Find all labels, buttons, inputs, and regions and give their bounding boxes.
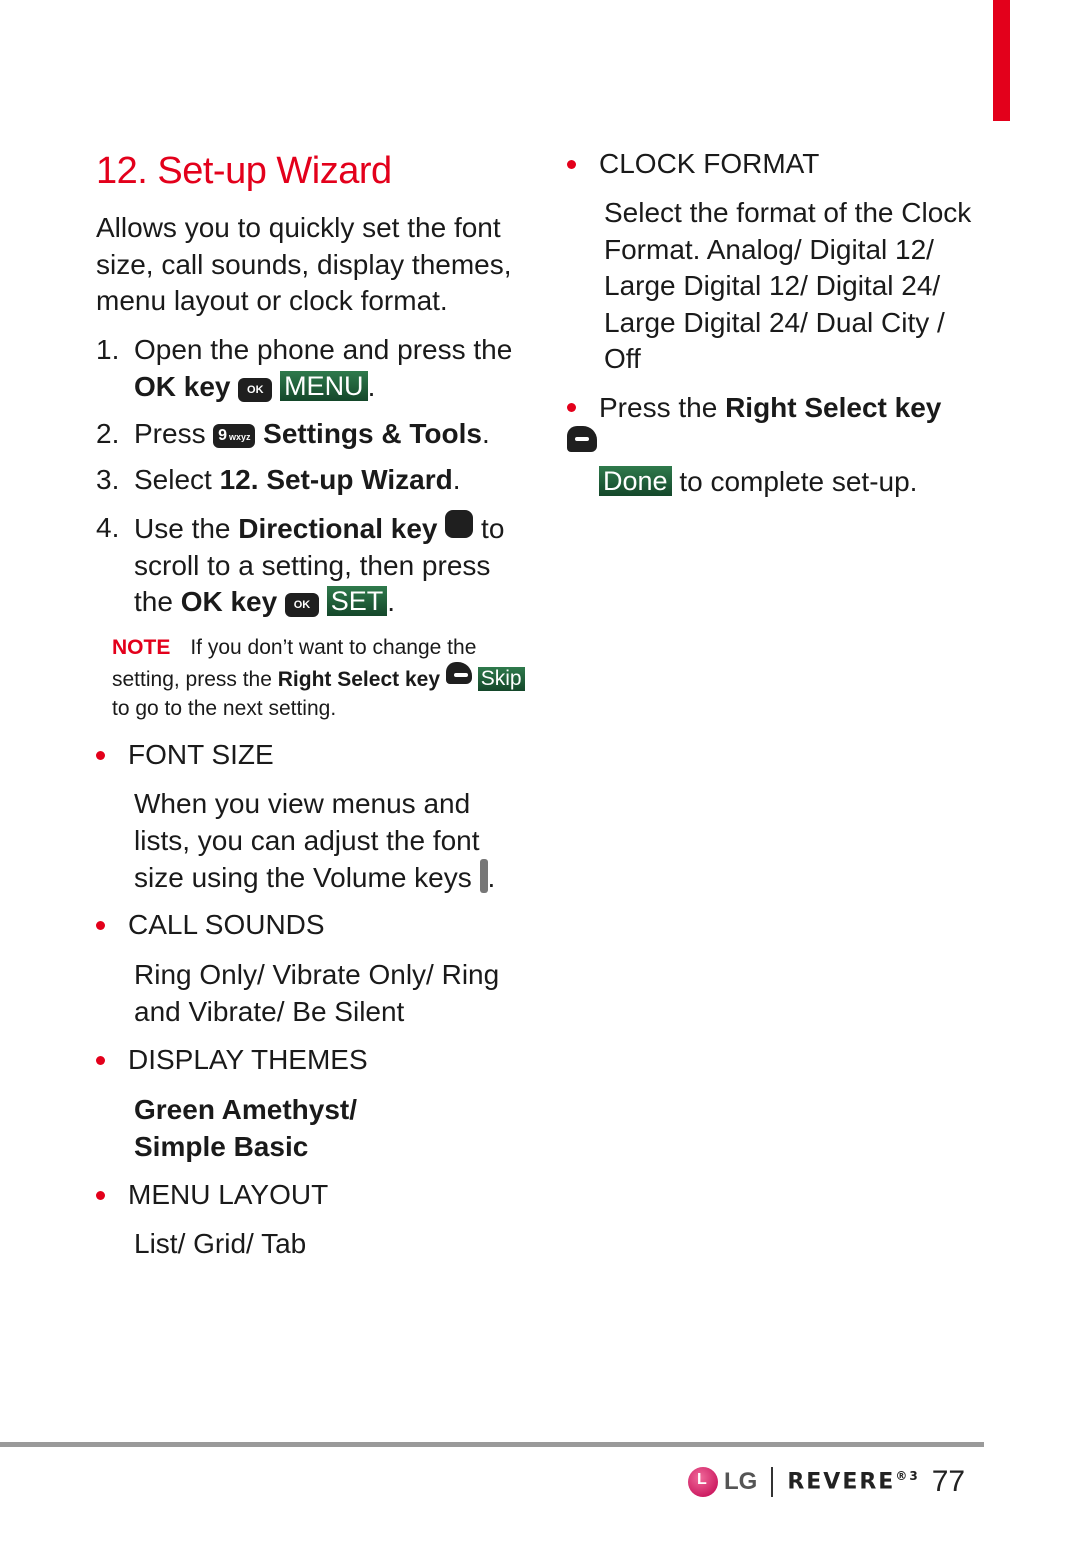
step-1: 1. Open the phone and press the OK key O… bbox=[96, 332, 526, 405]
right-select-key-icon bbox=[445, 662, 472, 684]
option-body-clock-format: Select the format of the Clock Format. A… bbox=[604, 197, 972, 374]
bullet-icon bbox=[96, 751, 105, 760]
directional-key-icon bbox=[445, 510, 474, 538]
bullet-icon bbox=[96, 1056, 105, 1065]
ok-key-icon: OK bbox=[238, 377, 273, 402]
step-text: to complete set-up. bbox=[671, 466, 918, 497]
heading-text: CLOCK FORMAT bbox=[599, 148, 820, 179]
bullet-icon bbox=[567, 403, 576, 412]
punct: . bbox=[487, 862, 496, 893]
product-superscript: ®3 bbox=[895, 1469, 920, 1484]
final-step: Press the Right Select key Done to compl… bbox=[567, 389, 967, 500]
menu-softkey: MENU bbox=[280, 370, 368, 401]
settings-tools-label: Settings & Tools bbox=[263, 418, 482, 449]
note-label: NOTE bbox=[112, 636, 171, 659]
punct: . bbox=[367, 370, 376, 402]
footer-divider bbox=[771, 1467, 774, 1497]
option-heading-call-sounds: CALL SOUNDS bbox=[96, 907, 325, 943]
option-body-menu-layout: List/ Grid/ Tab bbox=[134, 1228, 307, 1259]
step-text: Press bbox=[134, 418, 214, 449]
bullet-icon bbox=[96, 921, 105, 930]
step-2: 2. Press 9 wxyz Settings & Tools. bbox=[96, 416, 526, 453]
option-body-font-size: When you view menus and lists, you can a… bbox=[134, 786, 524, 897]
punct: . bbox=[481, 418, 490, 449]
product-name: REVERE®3 bbox=[787, 1469, 919, 1494]
right-select-key-icon bbox=[567, 426, 597, 452]
setup-wizard-label: 12. Set-up Wizard bbox=[219, 464, 453, 495]
intro-paragraph: Allows you to quickly set the font size,… bbox=[96, 212, 512, 316]
page-title: 12. Set-up Wizard bbox=[96, 150, 392, 192]
option-heading-menu-layout: MENU LAYOUT bbox=[96, 1177, 328, 1213]
step-text: Open the phone and press the bbox=[134, 334, 513, 365]
volume-keys-icon bbox=[479, 859, 488, 893]
option-heading-display-themes: DISPLAY THEMES bbox=[96, 1042, 368, 1078]
key-digit: 9 bbox=[218, 427, 228, 444]
right-select-key-label: Right Select key bbox=[277, 668, 440, 691]
step-number: 2. bbox=[96, 418, 120, 449]
step-text: Select bbox=[134, 464, 220, 495]
punct: . bbox=[387, 586, 396, 617]
option-body-call-sounds: Ring Only/ Vibrate Only/ Ring and Vibrat… bbox=[134, 959, 500, 1027]
ok-key-label: OK key bbox=[180, 586, 278, 617]
step-number: 3. bbox=[96, 464, 120, 495]
bullet-icon bbox=[96, 1191, 105, 1200]
note-box: NOTE If you don’t want to change the sett… bbox=[112, 633, 532, 723]
body-text: When you view menus and lists, you can a… bbox=[134, 788, 480, 893]
chapter-tab-marker bbox=[993, 0, 1010, 121]
bullet-icon bbox=[567, 160, 576, 169]
directional-key-label: Directional key bbox=[238, 513, 438, 544]
step-text: Use the bbox=[134, 513, 239, 544]
heading-text: CALL SOUNDS bbox=[128, 909, 325, 940]
heading-text: FONT SIZE bbox=[128, 739, 274, 770]
step-4: 4. Use the Directional key to scroll to … bbox=[96, 510, 526, 621]
option-heading-clock-format: CLOCK FORMAT bbox=[567, 146, 819, 182]
option-heading-font-size: FONT SIZE bbox=[96, 737, 274, 773]
note-text: to go to the next setting. bbox=[112, 697, 337, 720]
nine-key-icon: 9 wxyz bbox=[213, 424, 256, 448]
brand-name: LG bbox=[724, 1468, 758, 1495]
theme-option: Green Amethyst/ bbox=[134, 1094, 358, 1125]
step-number: 1. bbox=[96, 334, 120, 365]
step-number: 4. bbox=[96, 512, 120, 543]
lg-logo-icon bbox=[688, 1467, 718, 1497]
ok-key-label: OK key bbox=[134, 370, 231, 402]
theme-option: Simple Basic bbox=[134, 1130, 309, 1162]
skip-softkey: Skip bbox=[477, 667, 525, 691]
page-number: 77 bbox=[931, 1465, 966, 1498]
step-3: 3. Select 12. Set-up Wizard. bbox=[96, 462, 526, 499]
heading-text: MENU LAYOUT bbox=[128, 1179, 329, 1210]
option-body-display-themes: Green Amethyst/ Simple Basic bbox=[134, 1092, 514, 1165]
set-softkey: SET bbox=[326, 586, 388, 616]
ok-key-icon: OK bbox=[284, 593, 319, 617]
done-softkey: Done bbox=[599, 466, 672, 496]
product-text: REVERE bbox=[787, 1469, 896, 1495]
key-letters: wxyz bbox=[229, 432, 251, 442]
heading-text: DISPLAY THEMES bbox=[128, 1044, 368, 1075]
step-text: Press the bbox=[599, 392, 726, 423]
right-select-key-label: Right Select key bbox=[725, 392, 942, 423]
punct: . bbox=[452, 464, 461, 495]
footer: LG REVERE®3 77 bbox=[688, 1462, 965, 1502]
footer-rule bbox=[0, 1442, 984, 1447]
